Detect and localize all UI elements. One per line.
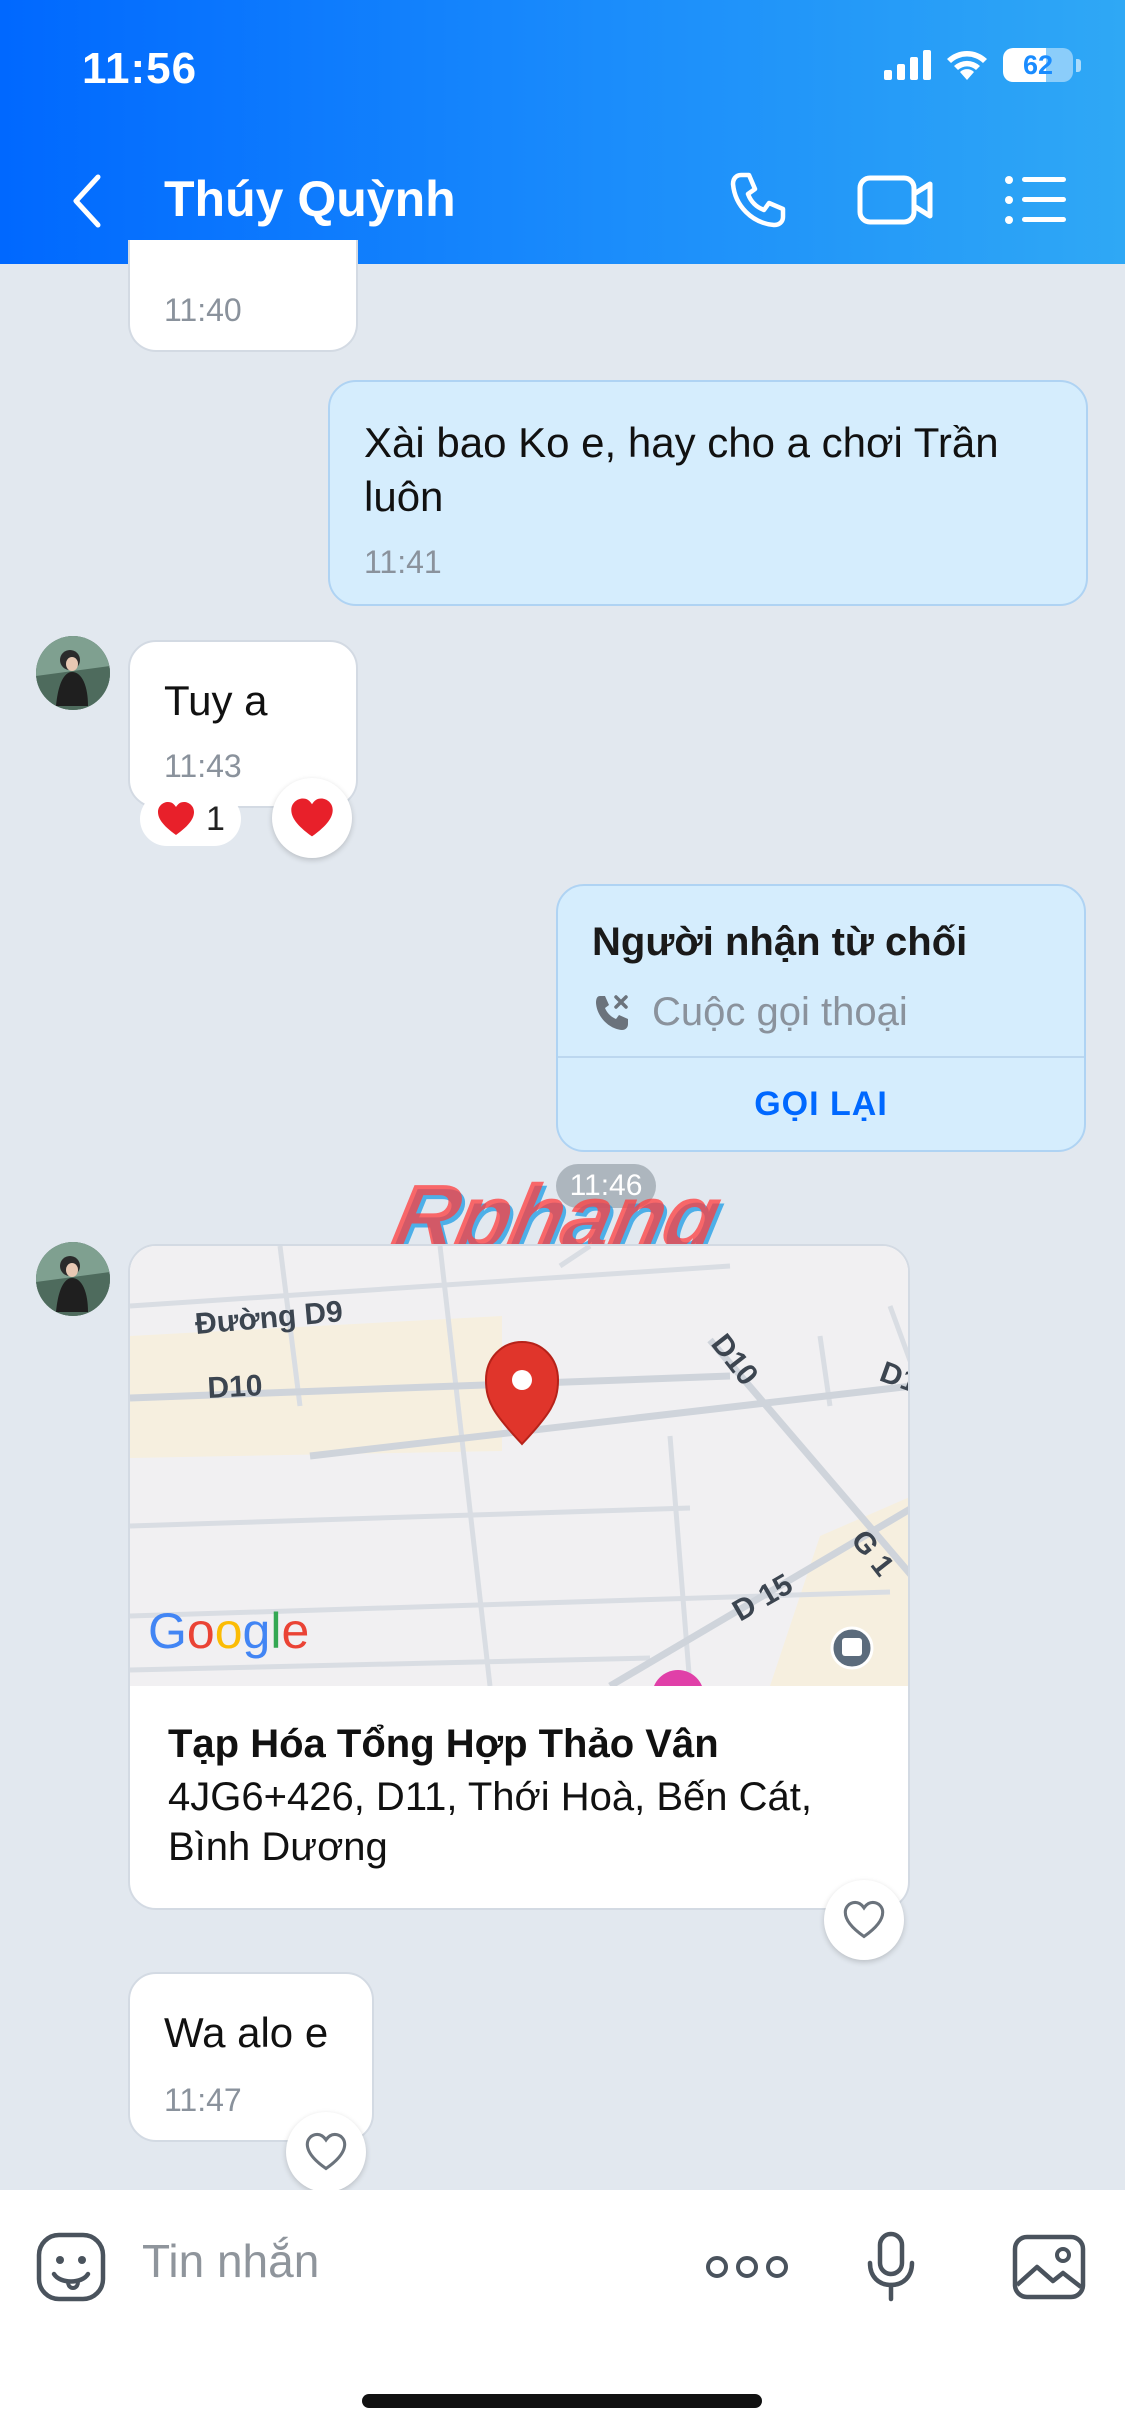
avatar-photo (36, 636, 110, 710)
chat-options-button[interactable] (996, 160, 1076, 240)
map-graphic: Đường D9 D10 D10 D 15 G 1 D1 Google (130, 1246, 908, 1722)
location-card[interactable]: Đường D9 D10 D10 D 15 G 1 D1 Google Tạp … (128, 1244, 910, 1910)
voice-call-button[interactable] (718, 160, 798, 240)
reaction-count: 1 (206, 799, 225, 838)
heart-outline-icon (305, 2132, 347, 2171)
list-menu-icon (1005, 176, 1066, 224)
place-name: Tạp Hóa Tổng Hợp Thảo Vân (168, 1722, 719, 1766)
chat-header: 11:56 62 Thúy Quỳnh (0, 0, 1125, 264)
voice-message-button[interactable] (846, 2222, 936, 2312)
react-button[interactable] (286, 2112, 366, 2192)
image-icon (1012, 2234, 1086, 2300)
react-button[interactable] (824, 1880, 904, 1960)
battery-icon: 62 (1003, 48, 1073, 82)
video-call-button[interactable] (856, 160, 936, 240)
message-time: 11:41 (364, 544, 442, 580)
heart-outline-icon (843, 1900, 885, 1939)
message-time: 11:47 (164, 2082, 242, 2118)
status-time: 11:56 (82, 44, 198, 93)
sticker-smiley-icon (36, 2232, 106, 2302)
photo-button[interactable] (1004, 2222, 1094, 2312)
back-button[interactable] (62, 168, 112, 234)
more-options-button[interactable] (702, 2222, 792, 2312)
react-button[interactable] (272, 778, 352, 858)
video-camera-icon (857, 175, 933, 225)
battery-cap (1076, 58, 1081, 72)
home-indicator[interactable] (362, 2394, 762, 2408)
call-card[interactable]: Người nhận từ chối Cuộc gọi thoại GỌI LẠ… (556, 884, 1086, 1152)
contact-avatar[interactable] (36, 1242, 110, 1316)
message-time: 11:40 (164, 292, 242, 328)
reaction-summary[interactable]: 1 (140, 792, 241, 846)
status-indicators: 62 (884, 48, 1081, 82)
call-type: Cuộc gọi thoại (592, 990, 908, 1035)
place-address: 4JG6+426, D11, Thới Hoà, Bến Cát, Bình D… (168, 1775, 813, 1869)
chevron-left-icon (73, 174, 101, 228)
message-text: Wa alo e (164, 2009, 329, 2056)
map-preview[interactable]: Đường D9 D10 D10 D 15 G 1 D1 Google (130, 1246, 908, 1722)
message-time: 11:43 (164, 748, 242, 784)
map-label: D10 (207, 1369, 264, 1405)
message-input[interactable]: Tin nhắn (142, 2234, 319, 2288)
phone-icon (730, 172, 786, 228)
bus-stop-icon (830, 1626, 874, 1670)
message-text: Tuy a (164, 677, 268, 724)
call-back-button[interactable]: GỌI LẠI (558, 1058, 1084, 1150)
call-type-label: Cuộc gọi thoại (652, 990, 908, 1034)
microphone-icon (867, 2231, 915, 2302)
sticker-button[interactable] (26, 2222, 116, 2312)
call-status-title: Người nhận từ chối (592, 920, 968, 964)
cellular-signal-icon (884, 50, 931, 80)
heart-icon (291, 798, 333, 837)
avatar-photo (36, 1242, 110, 1316)
sent-message-bubble[interactable]: Xài bao Ko e, hay cho a chơi Trần luôn 1… (328, 380, 1088, 606)
message-bubble-partial[interactable]: 11:40 (128, 240, 358, 352)
wifi-icon (947, 51, 987, 80)
heart-icon (158, 802, 194, 835)
message-text: Xài bao Ko e, hay cho a chơi Trần luôn (364, 419, 999, 520)
contact-name[interactable]: Thúy Quỳnh (164, 170, 456, 228)
contact-avatar[interactable] (36, 636, 110, 710)
missed-call-icon (596, 994, 628, 1030)
google-logo: Google (148, 1603, 309, 1659)
more-dots-icon (706, 2256, 788, 2278)
battery-percent: 62 (1022, 49, 1054, 80)
